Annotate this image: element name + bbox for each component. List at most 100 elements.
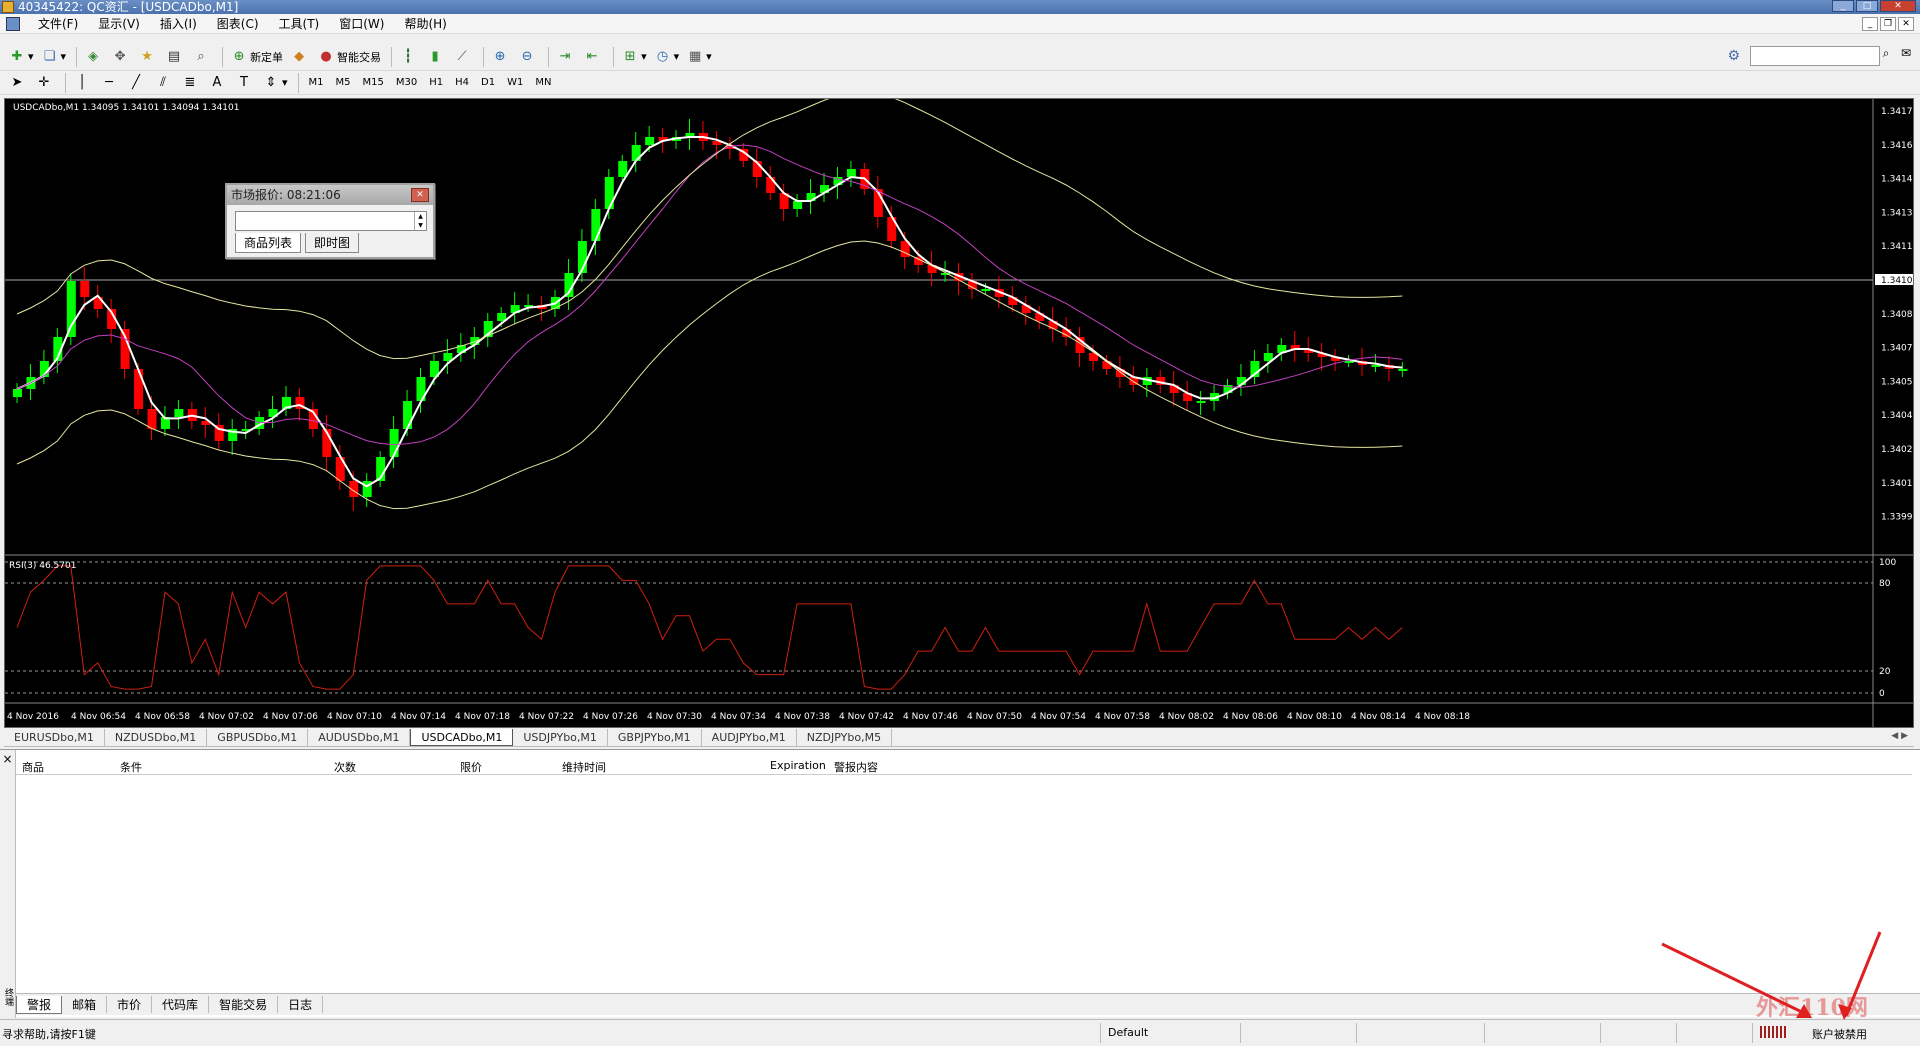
menu-insert[interactable]: 插入(I) xyxy=(150,15,207,32)
tab-mailbox[interactable]: 邮箱 xyxy=(62,996,108,1013)
crosshair-button[interactable]: ✛ xyxy=(33,72,58,94)
navigator-button[interactable]: ★ xyxy=(136,46,161,68)
new-chart-button[interactable]: ✚ ▾ xyxy=(6,46,37,68)
document-icon[interactable] xyxy=(6,16,20,31)
channel-button[interactable]: ⫽ xyxy=(152,72,177,94)
alerts-table-header: 商品 条件 次数 限价 维持时间 Expiration 警报内容 xyxy=(16,757,1912,775)
smart-trade-button[interactable]: ● 智能交易 xyxy=(315,46,384,68)
timeframe-w1[interactable]: W1 xyxy=(502,74,528,92)
column-expiration[interactable]: Expiration xyxy=(770,759,826,772)
rsi-level-label: 80 xyxy=(1879,579,1891,589)
maximize-button[interactable]: □ xyxy=(1856,0,1878,12)
column-event[interactable]: 警报内容 xyxy=(834,759,878,775)
zoom-out-button[interactable]: ⊖ xyxy=(516,46,541,68)
candle-chart-button[interactable]: ▮ xyxy=(424,46,449,68)
chart-tab[interactable]: EURUSDbo,M1 xyxy=(4,729,105,746)
chart-tab[interactable]: USDJPYbo,M1 xyxy=(513,729,608,746)
column-timeout[interactable]: 维持时间 xyxy=(562,759,606,775)
fibonacci-icon: ≣ xyxy=(184,74,196,90)
menu-tools[interactable]: 工具(T) xyxy=(269,15,330,32)
menu-view[interactable]: 显示(V) xyxy=(88,15,150,32)
zoom-in-button[interactable]: ⊕ xyxy=(489,46,514,68)
close-icon[interactable]: × xyxy=(0,750,15,766)
timeframe-mn[interactable]: MN xyxy=(530,74,556,92)
price-tick-label: 1.34160 xyxy=(1881,141,1913,151)
bar-chart-button[interactable]: ┇ xyxy=(397,46,422,68)
mdi-minimize-button[interactable]: _ xyxy=(1862,17,1878,31)
mdi-restore-button[interactable]: ❐ xyxy=(1880,17,1896,31)
chart-tab[interactable]: GBPUSDbo,M1 xyxy=(207,729,309,746)
timeframe-d1[interactable]: D1 xyxy=(476,74,500,92)
tab-scroll-arrows[interactable]: ◀ ▶ xyxy=(1891,731,1908,741)
new-order-button[interactable]: ⊕ 新定单 xyxy=(228,46,286,68)
chart-tab[interactable]: NZDUSDbo,M1 xyxy=(105,729,208,746)
column-condition[interactable]: 条件 xyxy=(120,759,142,775)
text-label-button[interactable]: T xyxy=(233,72,258,94)
search-input[interactable] xyxy=(1750,46,1880,66)
tab-journal[interactable]: 日志 xyxy=(278,996,324,1013)
gear-icon[interactable]: ⚙ xyxy=(1727,48,1740,64)
market-watch-window[interactable]: 市场报价: 08:21:06 ✕ ▲ ▼ 商品列表 即时图 xyxy=(225,183,435,259)
profiles-button[interactable]: ❏ ▾ xyxy=(39,46,70,68)
periods-button[interactable]: ◷ ▾ xyxy=(652,46,683,68)
column-limit[interactable]: 限价 xyxy=(460,759,482,775)
tab-market[interactable]: 市价 xyxy=(107,996,153,1013)
autoscroll-button[interactable]: ⇥ xyxy=(554,46,579,68)
fibonacci-button[interactable]: ≣ xyxy=(179,72,204,94)
search-controls: ⌕ ✉ xyxy=(1878,46,1914,64)
candle-body xyxy=(66,281,76,337)
menu-window[interactable]: 窗口(W) xyxy=(329,15,394,32)
templates-button[interactable]: ▦ ▾ xyxy=(684,46,715,68)
tester-button[interactable]: ⌕ xyxy=(190,46,215,68)
timeframe-h4[interactable]: H4 xyxy=(450,74,474,92)
chart-tab[interactable]: AUDUSDbo,M1 xyxy=(308,729,411,746)
time-tick-label: 4 Nov 07:30 xyxy=(647,712,702,722)
data-window-button[interactable]: ✥ xyxy=(109,46,134,68)
windows-icon: ❏ xyxy=(43,48,56,64)
chart-tab[interactable]: GBPJPYbo,M1 xyxy=(608,729,702,746)
tab-tick-chart[interactable]: 即时图 xyxy=(305,233,360,253)
column-counter[interactable]: 次数 xyxy=(334,759,356,775)
line-chart-button[interactable]: ⟋ xyxy=(451,46,476,68)
close-button[interactable]: ✕ xyxy=(1880,0,1916,12)
timeframe-m15[interactable]: M15 xyxy=(358,74,389,92)
chart-tab[interactable]: NZDJPYbo,M5 xyxy=(797,729,893,746)
tab-code-base[interactable]: 代码库 xyxy=(152,996,210,1013)
tab-alerts[interactable]: 警报 xyxy=(16,995,63,1014)
line-chart-icon: ⟋ xyxy=(457,48,467,64)
indicators-button[interactable]: ⊞ ▾ xyxy=(619,46,650,68)
trendline-button[interactable]: ╱ xyxy=(125,72,150,94)
timeframe-m5[interactable]: M5 xyxy=(331,74,356,92)
close-icon[interactable]: ✕ xyxy=(411,188,429,202)
menu-help[interactable]: 帮助(H) xyxy=(394,15,456,32)
community-icon[interactable]: ✉ xyxy=(1898,46,1914,64)
arrows-icon: ⇕ xyxy=(265,74,277,90)
status-connection[interactable]: 账户被禁用 xyxy=(1812,1026,1867,1042)
timeframe-m1[interactable]: M1 xyxy=(304,74,329,92)
chart-tab[interactable]: AUDJPYbo,M1 xyxy=(702,729,797,746)
mdi-close-button[interactable]: ✕ xyxy=(1898,17,1914,31)
metaeditor-button[interactable]: ◆ xyxy=(288,46,313,68)
market-watch-list[interactable]: ▲ ▼ xyxy=(235,211,427,231)
cursor-button[interactable]: ➤ xyxy=(6,72,31,94)
cursor-icon: ➤ xyxy=(11,74,23,90)
text-button[interactable]: A xyxy=(206,72,231,94)
chart-tab-active[interactable]: USDCADbo,M1 xyxy=(410,729,514,746)
minimize-button[interactable]: _ xyxy=(1832,0,1854,12)
scrollbar[interactable]: ▲ ▼ xyxy=(414,212,426,230)
terminal-button[interactable]: ▤ xyxy=(163,46,188,68)
arrows-button[interactable]: ⇕ ▾ xyxy=(260,72,291,94)
market-watch-button[interactable]: ◈ xyxy=(82,46,107,68)
search-icon[interactable]: ⌕ xyxy=(1878,46,1894,64)
timeframe-h1[interactable]: H1 xyxy=(424,74,448,92)
chart-shift-button[interactable]: ⇤ xyxy=(581,46,606,68)
timeframe-m30[interactable]: M30 xyxy=(391,74,422,92)
tab-symbols[interactable]: 商品列表 xyxy=(235,233,302,253)
column-symbol[interactable]: 商品 xyxy=(22,759,44,775)
tab-experts[interactable]: 智能交易 xyxy=(209,996,279,1013)
market-watch-title: 市场报价: 08:21:06 xyxy=(227,185,433,205)
menu-file[interactable]: 文件(F) xyxy=(28,15,88,32)
horizontal-line-button[interactable]: ─ xyxy=(98,72,123,94)
vertical-line-button[interactable]: │ xyxy=(71,72,96,94)
menu-charts[interactable]: 图表(C) xyxy=(207,15,269,32)
